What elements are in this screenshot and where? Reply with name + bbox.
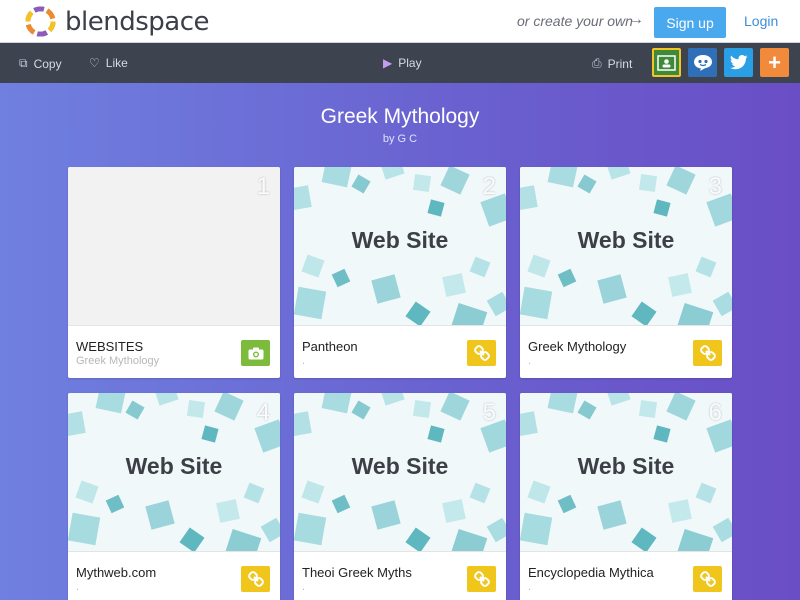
card-4[interactable]: Web Site 4 Mythweb.com . <box>68 393 280 600</box>
card-number: 5 <box>482 399 496 426</box>
brand-name: blendspace <box>65 6 209 37</box>
card-subtitle: . <box>76 581 80 593</box>
card-number: 6 <box>708 399 722 426</box>
card-6[interactable]: Web Site 6 Encyclopedia Mythica . <box>520 393 732 600</box>
share-more-icon: + <box>768 49 781 75</box>
lesson-author: by G C <box>382 133 418 145</box>
remind-icon <box>693 54 712 71</box>
card-footer: Pantheon . <box>294 325 506 378</box>
copy-label: Copy <box>33 56 62 71</box>
card-number: 3 <box>708 173 722 200</box>
play-button[interactable]: ▶ Play <box>383 56 422 70</box>
card-subtitle: . <box>302 581 306 593</box>
link-badge[interactable] <box>693 566 722 592</box>
card-1[interactable]: 1 WEBSITES Greek Mythology <box>68 167 280 378</box>
thumbnail-label: Web Site <box>125 453 223 479</box>
card-number: 2 <box>482 173 496 200</box>
link-icon <box>699 345 716 361</box>
camera-badge[interactable] <box>241 340 270 366</box>
card-title: Encyclopedia Mythica <box>528 565 654 580</box>
card-number: 1 <box>256 173 270 200</box>
copy-icon: ⧉ <box>19 56 28 70</box>
remind-button[interactable] <box>688 48 717 77</box>
link-badge[interactable] <box>467 566 496 592</box>
signup-button[interactable]: Sign up <box>654 7 726 38</box>
twitter-button[interactable] <box>724 48 753 77</box>
thumbnail-label: Web Site <box>351 453 449 479</box>
printer-icon: ⎙ <box>592 56 602 70</box>
play-label: Play <box>398 56 422 70</box>
card-footer: Greek Mythology . <box>520 325 732 378</box>
card-thumbnail <box>68 167 280 325</box>
card-title: Theoi Greek Myths <box>302 565 412 580</box>
card-thumbnail: Web Site <box>294 167 506 325</box>
card-2[interactable]: Web Site 2 Pantheon . <box>294 167 506 378</box>
link-badge[interactable] <box>693 340 722 366</box>
heart-icon: ♡ <box>89 56 100 70</box>
play-icon: ▶ <box>383 56 393 70</box>
thumbnail-label: Web Site <box>577 227 675 253</box>
link-badge[interactable] <box>241 566 270 592</box>
link-badge[interactable] <box>467 340 496 366</box>
top-header: blendspace or create your own → Sign up … <box>0 0 800 43</box>
link-icon <box>473 571 490 587</box>
like-button[interactable]: ♡ Like <box>89 56 128 70</box>
card-subtitle: . <box>528 581 532 593</box>
card-thumbnail: Web Site <box>520 393 732 551</box>
print-label: Print <box>607 56 633 71</box>
link-icon <box>699 571 716 587</box>
card-thumbnail: Web Site <box>68 393 280 551</box>
google-classroom-button[interactable] <box>652 48 681 77</box>
thumbnail-label: Web Site <box>351 227 449 253</box>
card-title: Greek Mythology <box>528 339 627 354</box>
like-label: Like <box>105 56 128 70</box>
card-footer: Encyclopedia Mythica . <box>520 551 732 600</box>
card-subtitle: Greek Mythology <box>76 355 160 367</box>
card-thumbnail: Web Site <box>520 167 732 325</box>
card-number: 4 <box>256 399 270 426</box>
card-footer: Mythweb.com . <box>68 551 280 600</box>
print-button[interactable]: ⎙ Print <box>592 56 632 71</box>
lesson-toolbar: ⧉ Copy ♡ Like ▶ Play ⎙ Print + <box>0 43 800 83</box>
twitter-icon <box>729 55 748 70</box>
login-link[interactable]: Login <box>744 13 778 29</box>
lesson-title: Greek Mythology <box>320 105 480 128</box>
arrow-right-icon: → <box>628 11 644 28</box>
blendspace-logo-icon <box>25 6 56 37</box>
link-icon <box>247 571 264 587</box>
card-3[interactable]: Web Site 3 Greek Mythology . <box>520 167 732 378</box>
card-title: Mythweb.com <box>76 565 157 580</box>
card-title: WEBSITES <box>76 339 144 354</box>
create-your-own-link[interactable]: or create your own <box>517 13 633 29</box>
card-thumbnail: Web Site <box>294 393 506 551</box>
card-footer: Theoi Greek Myths . <box>294 551 506 600</box>
card-footer: WEBSITES Greek Mythology <box>68 325 280 378</box>
card-subtitle: . <box>528 355 532 367</box>
blendspace-logo[interactable]: blendspace <box>24 5 209 38</box>
card-title: Pantheon <box>302 339 358 354</box>
google-classroom-icon <box>657 54 676 71</box>
share-more-button[interactable]: + <box>760 48 789 77</box>
camera-icon <box>248 347 263 359</box>
thumbnail-label: Web Site <box>577 453 675 479</box>
link-icon <box>473 345 490 361</box>
copy-button[interactable]: ⧉ Copy <box>19 56 62 71</box>
card-5[interactable]: Web Site 5 Theoi Greek Myths . <box>294 393 506 600</box>
card-subtitle: . <box>302 355 306 367</box>
